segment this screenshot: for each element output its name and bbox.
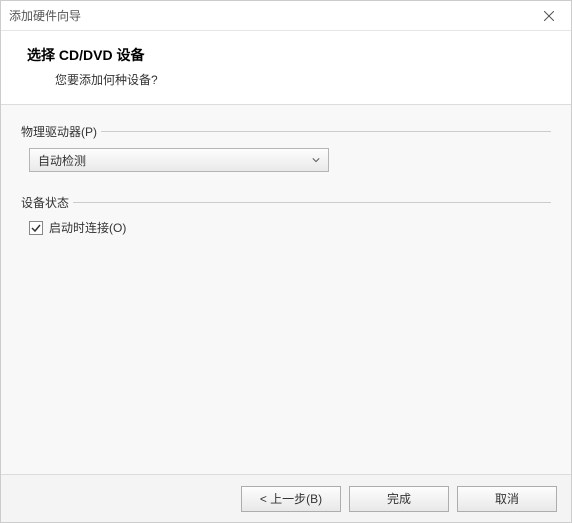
page-title: 选择 CD/DVD 设备 <box>27 45 551 65</box>
checkbox-label: 启动时连接(O) <box>49 219 126 236</box>
finish-button[interactable]: 完成 <box>349 486 449 512</box>
group-header: 设备状态 <box>21 194 551 211</box>
chevron-down-icon <box>312 156 320 164</box>
device-status-label: 设备状态 <box>21 194 69 211</box>
button-label: 取消 <box>495 490 519 507</box>
connect-on-startup-checkbox[interactable]: 启动时连接(O) <box>29 219 551 236</box>
divider <box>101 131 551 132</box>
close-icon <box>544 11 554 21</box>
group-header: 物理驱动器(P) <box>21 123 551 140</box>
wizard-footer: < 上一步(B) 完成 取消 <box>1 474 571 522</box>
wizard-window: 添加硬件向导 选择 CD/DVD 设备 您要添加何种设备? 物理驱动器(P) 自… <box>0 0 572 523</box>
checkbox-box <box>29 221 43 235</box>
wizard-content: 物理驱动器(P) 自动检测 设备状态 启动时连 <box>1 105 571 474</box>
physical-drive-dropdown[interactable]: 自动检测 <box>29 148 329 172</box>
device-status-group: 设备状态 启动时连接(O) <box>21 194 551 236</box>
close-button[interactable] <box>526 1 571 31</box>
physical-drive-group: 物理驱动器(P) 自动检测 <box>21 123 551 172</box>
physical-drive-label: 物理驱动器(P) <box>21 123 97 140</box>
button-label: 完成 <box>387 490 411 507</box>
cancel-button[interactable]: 取消 <box>457 486 557 512</box>
page-subtitle: 您要添加何种设备? <box>55 71 551 88</box>
dropdown-selected-value: 自动检测 <box>38 152 86 169</box>
window-title: 添加硬件向导 <box>9 7 81 24</box>
checkmark-icon <box>31 223 41 233</box>
button-label: < 上一步(B) <box>260 490 322 507</box>
wizard-header: 选择 CD/DVD 设备 您要添加何种设备? <box>1 31 571 105</box>
divider <box>73 202 551 203</box>
titlebar: 添加硬件向导 <box>1 1 571 31</box>
back-button[interactable]: < 上一步(B) <box>241 486 341 512</box>
